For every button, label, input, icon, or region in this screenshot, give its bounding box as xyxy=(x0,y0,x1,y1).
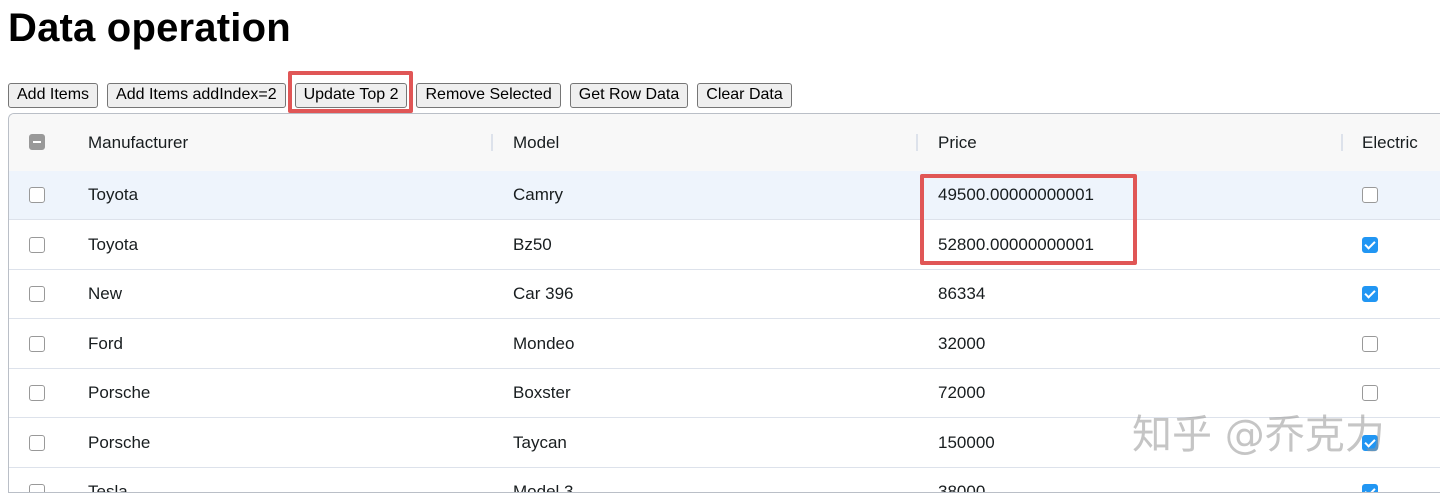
table-row[interactable]: Tesla Model 3 38000 xyxy=(9,468,1440,492)
clear-data-button[interactable]: Clear Data xyxy=(697,82,792,108)
column-resize-handle[interactable] xyxy=(491,134,493,151)
cell-price[interactable]: 86334 xyxy=(938,270,985,319)
cell-model[interactable]: Boxster xyxy=(513,369,571,418)
update-top-2-button[interactable]: Update Top 2 xyxy=(294,82,408,108)
table-row[interactable]: Ford Mondeo 32000 xyxy=(9,319,1440,369)
cell-model[interactable]: Model 3 xyxy=(513,468,573,492)
row-select-checkbox[interactable] xyxy=(29,286,45,302)
electric-checkbox[interactable] xyxy=(1362,236,1378,253)
cell-manufacturer[interactable]: New xyxy=(88,270,122,319)
column-resize-handle[interactable] xyxy=(916,134,918,151)
row-select-checkbox[interactable] xyxy=(29,335,45,352)
cell-model[interactable]: Camry xyxy=(513,171,563,220)
electric-checkbox[interactable] xyxy=(1362,385,1378,401)
row-select-checkbox[interactable] xyxy=(29,236,45,253)
table-row[interactable]: Toyota Camry 49500.00000000001 xyxy=(9,171,1440,220)
electric-checkbox[interactable] xyxy=(1362,187,1378,203)
column-header-model[interactable]: Model xyxy=(513,114,559,171)
electric-checkbox[interactable] xyxy=(1362,335,1378,352)
cell-model[interactable]: Bz50 xyxy=(513,221,552,270)
electric-checkbox[interactable] xyxy=(1362,286,1378,302)
select-all-checkbox[interactable] xyxy=(29,134,45,150)
cell-model[interactable]: Car 396 xyxy=(513,270,573,319)
row-select-checkbox[interactable] xyxy=(29,484,45,492)
remove-selected-button[interactable]: Remove Selected xyxy=(416,82,561,108)
cell-manufacturer[interactable]: Toyota xyxy=(88,221,138,270)
row-select-checkbox[interactable] xyxy=(29,187,45,203)
column-resize-handle[interactable] xyxy=(1341,134,1343,151)
cell-price[interactable]: 49500.00000000001 xyxy=(938,171,1094,220)
get-row-data-button[interactable]: Get Row Data xyxy=(569,82,689,108)
column-header-price[interactable]: Price xyxy=(938,114,977,171)
add-items-index-button[interactable]: Add Items addIndex=2 xyxy=(107,82,286,108)
cell-price[interactable]: 72000 xyxy=(938,369,985,418)
page-title: Data operation xyxy=(8,6,291,50)
table-row[interactable]: Porsche Boxster 72000 xyxy=(9,369,1440,418)
electric-checkbox[interactable] xyxy=(1362,434,1378,451)
cell-model[interactable]: Taycan xyxy=(513,419,567,468)
cell-manufacturer[interactable]: Tesla xyxy=(88,468,128,492)
cell-price[interactable]: 52800.00000000001 xyxy=(938,221,1094,270)
grid-header: Manufacturer Model Price Electric xyxy=(9,114,1440,172)
table-row[interactable]: Toyota Bz50 52800.00000000001 xyxy=(9,220,1440,270)
column-header-electric[interactable]: Electric xyxy=(1362,114,1418,171)
add-items-button[interactable]: Add Items xyxy=(8,82,99,108)
cell-price[interactable]: 32000 xyxy=(938,320,985,369)
electric-checkbox[interactable] xyxy=(1362,484,1378,492)
row-select-checkbox[interactable] xyxy=(29,385,45,401)
cell-manufacturer[interactable]: Porsche xyxy=(88,419,150,468)
cell-price[interactable]: 38000 xyxy=(938,468,985,492)
cell-model[interactable]: Mondeo xyxy=(513,320,574,369)
column-header-manufacturer[interactable]: Manufacturer xyxy=(88,114,188,171)
toolbar: Add Items Add Items addIndex=2 Update To… xyxy=(8,82,792,108)
row-select-checkbox[interactable] xyxy=(29,434,45,451)
cell-manufacturer[interactable]: Ford xyxy=(88,320,123,369)
data-grid: Manufacturer Model Price Electric Toyota… xyxy=(8,113,1440,493)
cell-price[interactable]: 150000 xyxy=(938,419,995,468)
cell-manufacturer[interactable]: Toyota xyxy=(88,171,138,220)
table-row[interactable]: New Car 396 86334 xyxy=(9,270,1440,319)
cell-manufacturer[interactable]: Porsche xyxy=(88,369,150,418)
table-row[interactable]: Porsche Taycan 150000 xyxy=(9,418,1440,468)
